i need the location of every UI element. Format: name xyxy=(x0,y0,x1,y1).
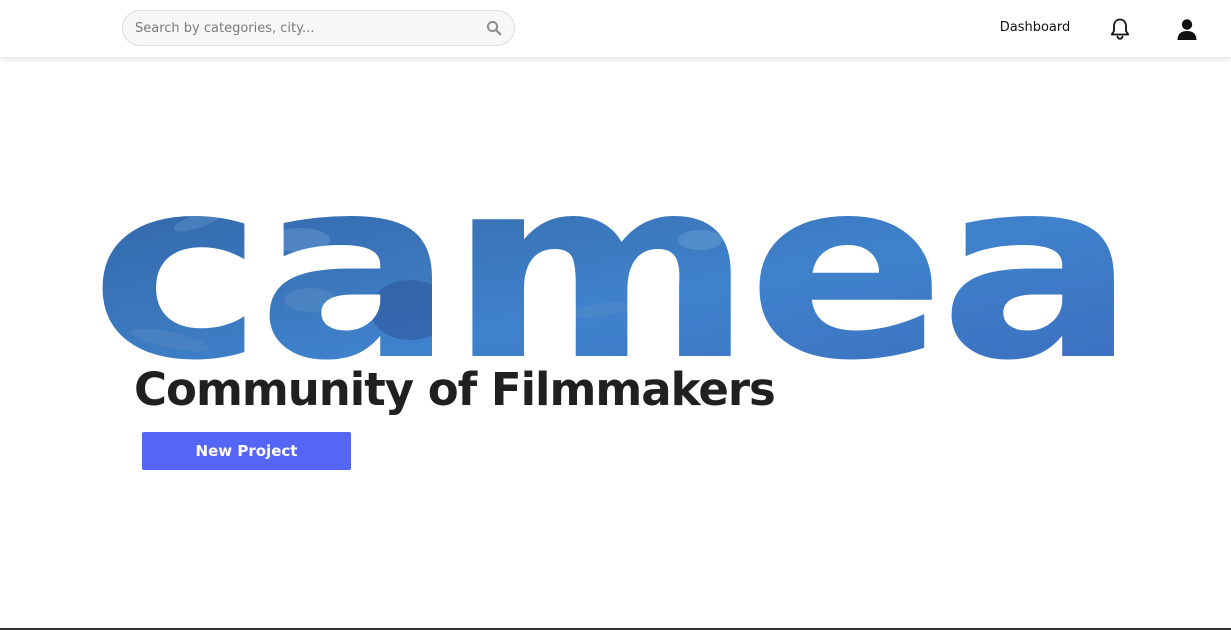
search-icon[interactable] xyxy=(486,20,502,36)
search-bar xyxy=(122,10,515,46)
user-icon[interactable] xyxy=(1174,16,1200,42)
search-input[interactable] xyxy=(135,11,475,45)
dashboard-link[interactable]: Dashboard xyxy=(990,19,1080,37)
bell-icon[interactable] xyxy=(1107,16,1133,42)
page: Dashboard xyxy=(0,0,1231,630)
hero-logo: camea xyxy=(90,160,1136,370)
hero-tagline: Community of Filmmakers xyxy=(134,363,776,416)
top-navbar: Dashboard xyxy=(0,0,1231,57)
camea-logo-text: camea xyxy=(90,160,1130,370)
new-project-button[interactable]: New Project xyxy=(142,432,351,470)
